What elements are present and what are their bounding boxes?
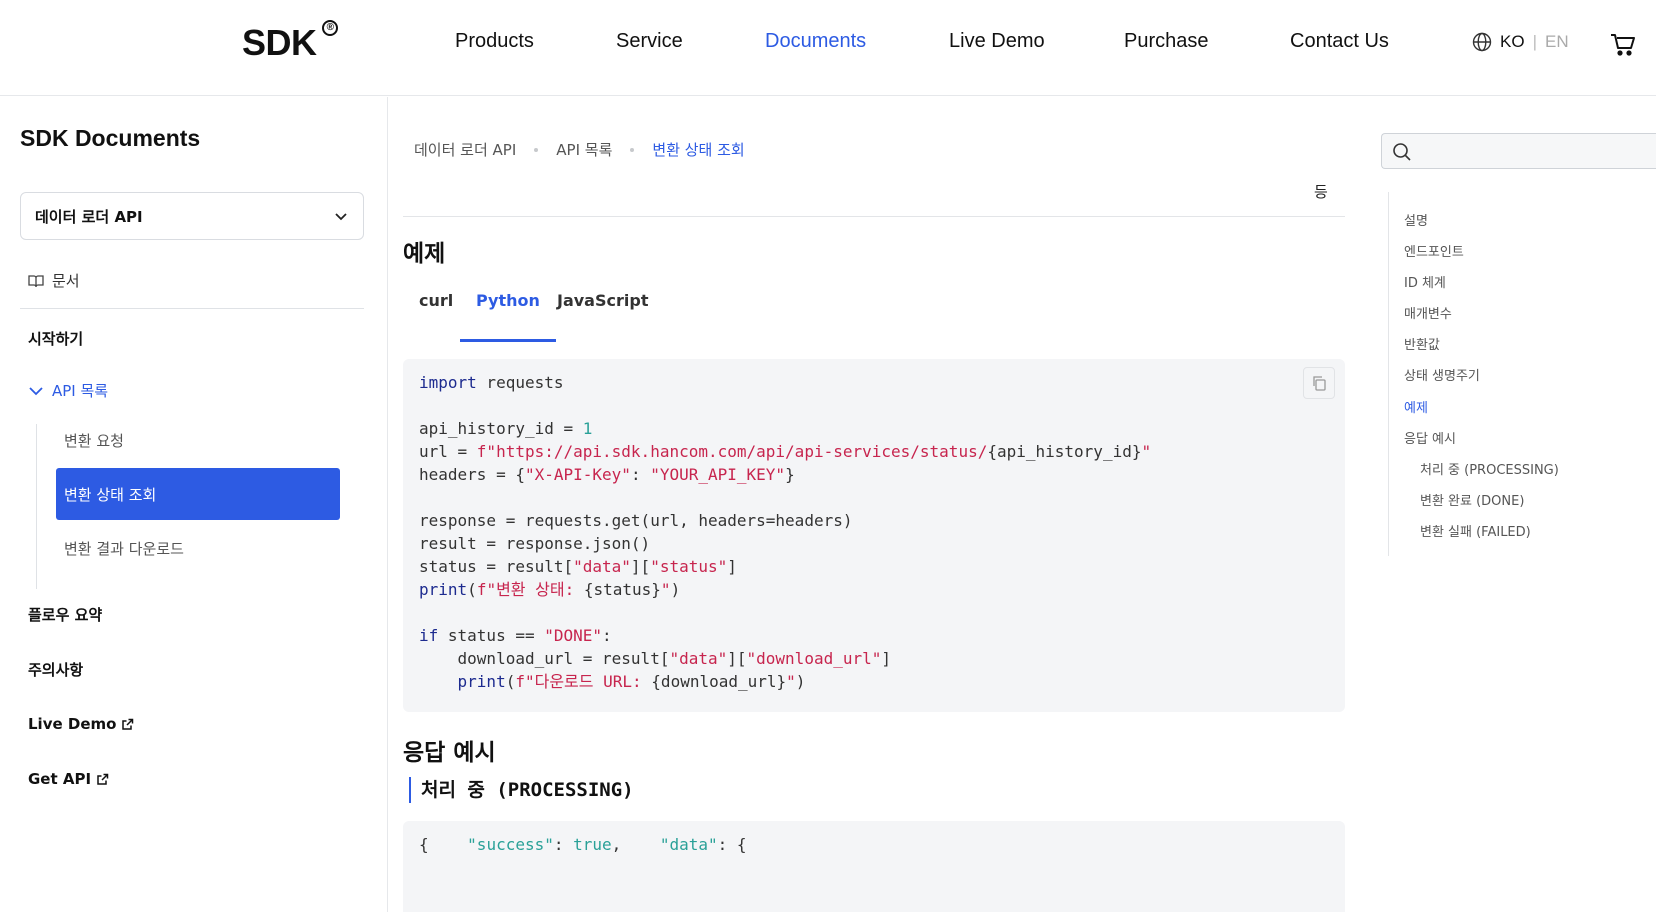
search-input[interactable]: [1422, 140, 1642, 164]
breadcrumb-item[interactable]: API 목록: [556, 139, 612, 160]
nav-live-demo[interactable]: Live Demo: [949, 30, 1045, 53]
python-code-block: import requests api_history_id = 1 url = f…: [403, 359, 1345, 712]
sidebar-subitem-convert-status[interactable]: 변환 상태 조회: [56, 468, 340, 520]
sidebar-item-get-api[interactable]: Get API: [28, 770, 109, 788]
toc-item[interactable]: 설명: [1404, 210, 1428, 229]
sidebar-divider: [20, 308, 364, 309]
toc-subitem[interactable]: 처리 중 (PROCESSING): [1420, 459, 1559, 478]
registered-mark-icon: ®: [322, 20, 338, 36]
nav-products[interactable]: Products: [455, 30, 534, 53]
truncated-text: 등: [1314, 183, 1328, 201]
chevron-down-icon: [335, 213, 347, 221]
breadcrumb: 데이터 로더 API API 목록 변환 상태 조회: [414, 139, 745, 160]
nav-contact-us[interactable]: Contact Us: [1290, 30, 1389, 53]
language-switcher: KO | EN: [1472, 32, 1569, 52]
breadcrumb-item[interactable]: 데이터 로더 API: [414, 139, 516, 160]
toc-subitem[interactable]: 변환 완료 (DONE): [1420, 490, 1524, 509]
toc-item[interactable]: 매개변수: [1404, 303, 1452, 322]
main-content: 데이터 로더 API API 목록 변환 상태 조회 등 예제 curl Pyt…: [389, 97, 1359, 912]
toc-item[interactable]: 상태 생명주기: [1404, 365, 1480, 384]
breadcrumb-current: 변환 상태 조회: [652, 141, 745, 159]
toc-line: [1388, 192, 1389, 556]
copy-icon: [1313, 376, 1326, 391]
sidebar-subitem-download-result[interactable]: 변환 결과 다운로드: [56, 522, 340, 574]
get-api-label: Get API: [28, 770, 92, 788]
toc-subitem[interactable]: 변환 실패 (FAILED): [1420, 521, 1531, 540]
doc-link-label: 문서: [52, 272, 80, 290]
logo-text: SDK: [242, 22, 317, 63]
toc-item[interactable]: 반환값: [1404, 334, 1440, 353]
breadcrumb-separator: [534, 147, 539, 152]
api-select[interactable]: 데이터 로더 API: [20, 192, 364, 240]
toc-item[interactable]: 응답 예시: [1404, 428, 1456, 447]
sidebar-item-flow-summary[interactable]: 플로우 요약: [28, 604, 102, 625]
lang-ko[interactable]: KO: [1500, 32, 1525, 52]
chevron-down-icon: [29, 386, 43, 395]
sidebar-item-getting-started[interactable]: 시작하기: [28, 328, 83, 349]
processing-heading: 처리 중 (PROCESSING): [409, 777, 634, 803]
book-icon: [28, 274, 44, 287]
tab-javascript[interactable]: JavaScript: [541, 286, 664, 342]
section-divider: [403, 216, 1345, 217]
sidebar-subitem-convert-request[interactable]: 변환 요청: [56, 414, 340, 466]
toc-item[interactable]: ID 체계: [1404, 272, 1446, 291]
external-link-icon: [122, 718, 134, 730]
nav-purchase[interactable]: Purchase: [1124, 30, 1209, 53]
globe-icon: [1472, 32, 1492, 52]
site-header: SDK ® Products Service Documents Live De…: [0, 0, 1656, 96]
search-icon: [1393, 143, 1411, 161]
nav-documents[interactable]: Documents: [765, 30, 866, 53]
sidebar-item-live-demo[interactable]: Live Demo: [28, 715, 134, 733]
sidebar-item-notes[interactable]: 주의사항: [28, 659, 83, 680]
response-example-heading: 응답 예시: [403, 740, 496, 766]
breadcrumb-separator: [630, 147, 635, 152]
lang-separator: |: [1532, 32, 1537, 51]
docs-search[interactable]: [1381, 133, 1656, 169]
lang-en[interactable]: EN: [1545, 32, 1569, 52]
live-demo-label: Live Demo: [28, 715, 117, 733]
copy-code-button[interactable]: [1303, 367, 1335, 399]
subnav-line: [36, 424, 37, 589]
api-select-value: 데이터 로더 API: [35, 207, 143, 226]
toc-item[interactable]: 엔드포인트: [1404, 241, 1464, 260]
sdk-logo[interactable]: SDK ®: [242, 20, 338, 64]
toc-item-active[interactable]: 예제: [1404, 397, 1428, 416]
json-response-block: { "success": true, "data": {: [403, 821, 1345, 912]
sidebar-item-api-list[interactable]: API 목록: [28, 380, 108, 401]
sidebar-doc-link[interactable]: 문서: [28, 270, 80, 291]
nav-service[interactable]: Service: [616, 30, 683, 53]
api-list-label: API 목록: [52, 382, 109, 400]
external-link-icon: [97, 773, 109, 785]
example-heading: 예제: [403, 241, 446, 267]
docs-sidebar: SDK Documents 데이터 로더 API 문서 시작하기 API 목록 …: [0, 97, 388, 912]
sidebar-title: SDK Documents: [20, 125, 201, 151]
cart-icon[interactable]: [1610, 32, 1636, 58]
